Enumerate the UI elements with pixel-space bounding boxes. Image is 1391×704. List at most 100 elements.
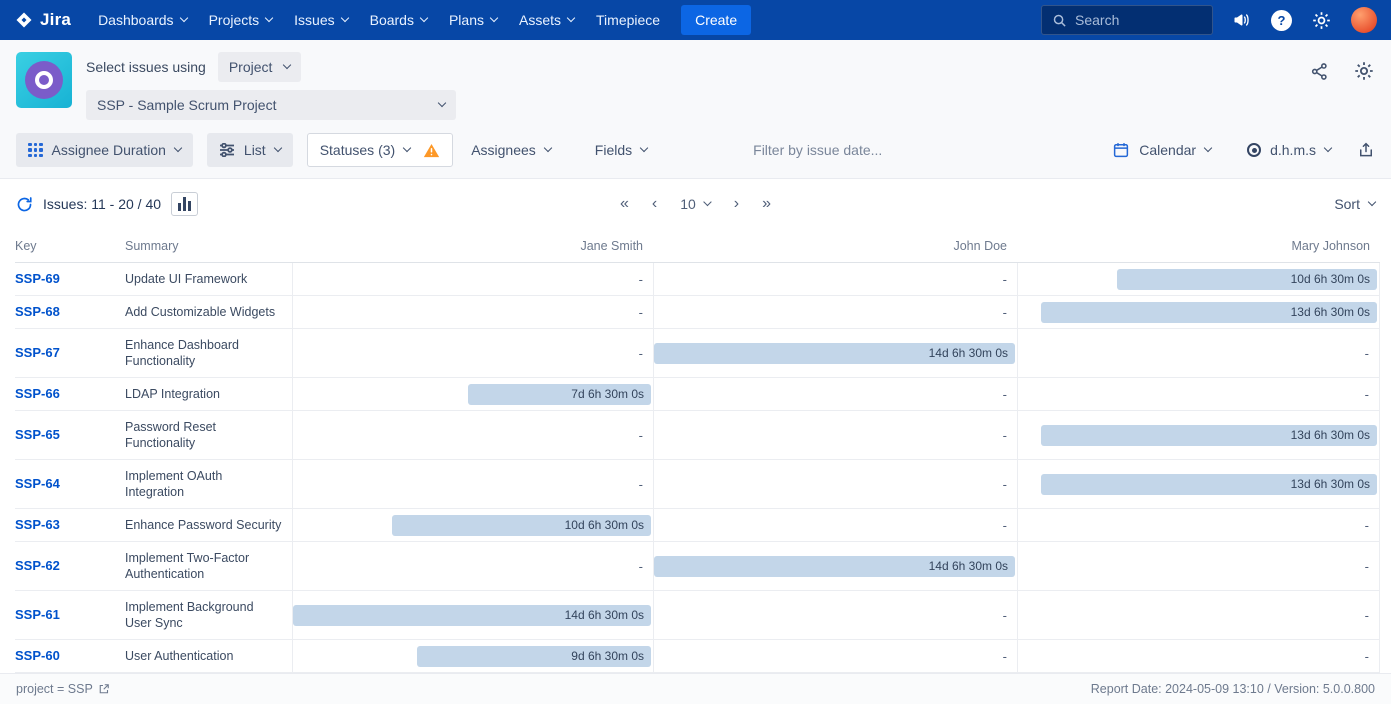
project-value: SSP - Sample Scrum Project — [97, 97, 276, 113]
calendar-icon — [1112, 141, 1130, 159]
issue-key-link[interactable]: SSP-62 — [15, 558, 60, 573]
assignee-duration-cell: 13d 6h 30m 0s — [1017, 460, 1380, 508]
nav-menu-issues[interactable]: Issues — [283, 0, 358, 40]
report-settings-button[interactable] — [1353, 60, 1375, 82]
global-search[interactable] — [1041, 5, 1213, 35]
assignee-duration-cell: 7d 6h 30m 0s — [292, 378, 653, 410]
chevron-down-icon — [1204, 144, 1212, 152]
issue-key-link[interactable]: SSP-69 — [15, 271, 60, 286]
column-header-john-doe: John Doe — [653, 239, 1017, 253]
announcement-button[interactable] — [1232, 10, 1252, 30]
issue-key-link[interactable]: SSP-67 — [15, 345, 60, 360]
user-avatar[interactable] — [1351, 7, 1377, 33]
empty-duration: - — [1365, 559, 1379, 574]
nav-menu-assets[interactable]: Assets — [508, 0, 585, 40]
prev-page-button[interactable]: ‹ — [652, 196, 657, 212]
issue-key-link[interactable]: SSP-63 — [15, 517, 60, 532]
nav-menu-dashboards[interactable]: Dashboards — [87, 0, 198, 40]
refresh-button[interactable] — [16, 196, 33, 213]
duration-bar: 10d 6h 30m 0s — [392, 515, 651, 536]
column-header-jane-smith: Jane Smith — [292, 239, 653, 253]
assignee-duration-cell: - — [292, 263, 653, 295]
assignee-duration-cell: - — [653, 509, 1017, 541]
statuses-dropdown[interactable]: Statuses (3) — [307, 133, 453, 167]
search-input[interactable] — [1075, 12, 1195, 28]
bar-chart-icon — [183, 197, 186, 211]
empty-duration: - — [1365, 649, 1379, 664]
issue-source-value: Project — [229, 59, 273, 75]
jql-query: project = SSP — [16, 682, 110, 696]
issue-key-link[interactable]: SSP-64 — [15, 476, 60, 491]
export-button[interactable] — [1357, 141, 1375, 159]
table-body: SSP-69Update UI Framework--10d 6h 30m 0s… — [15, 263, 1380, 673]
chevron-down-icon — [174, 144, 182, 152]
issue-summary: Implement Background User Sync — [125, 591, 292, 639]
nav-menu-projects[interactable]: Projects — [198, 0, 284, 40]
issue-key-link[interactable]: SSP-66 — [15, 386, 60, 401]
assignee-duration-cell: - — [653, 378, 1017, 410]
assignees-dropdown[interactable]: Assignees — [461, 133, 561, 167]
statuses-label: Statuses (3) — [320, 142, 395, 158]
chevron-down-icon — [403, 144, 411, 152]
assignee-duration-cell: - — [292, 411, 653, 459]
duration-bar: 14d 6h 30m 0s — [654, 556, 1015, 577]
search-icon — [1052, 13, 1067, 28]
first-page-button[interactable]: « — [620, 196, 629, 212]
nav-menu-timepiece[interactable]: Timepiece — [585, 0, 671, 40]
issue-key-link[interactable]: SSP-65 — [15, 427, 60, 442]
external-link-icon[interactable] — [98, 683, 110, 695]
calendar-dropdown[interactable]: Calendar — [1102, 132, 1221, 168]
page-size-dropdown[interactable]: 10 — [680, 196, 711, 212]
issue-date-filter-input[interactable] — [753, 142, 943, 158]
bar-chart-icon — [188, 201, 191, 211]
report-type-dropdown[interactable]: Assignee Duration — [16, 133, 193, 167]
nav-menu-label: Plans — [449, 12, 484, 28]
assignee-duration-cell: 10d 6h 30m 0s — [1017, 263, 1380, 295]
help-icon: ? — [1271, 10, 1292, 31]
view-label: List — [244, 142, 266, 158]
issue-key-link[interactable]: SSP-68 — [15, 304, 60, 319]
issues-count-group: Issues: 11 - 20 / 40 — [16, 192, 198, 216]
issue-summary: Password Reset Functionality — [125, 411, 292, 459]
view-dropdown[interactable]: List — [207, 133, 293, 167]
assignee-duration-cell: 9d 6h 30m 0s — [292, 640, 653, 672]
nav-menu-boards[interactable]: Boards — [359, 0, 438, 40]
sort-dropdown[interactable]: Sort — [1334, 196, 1375, 212]
navbar-icon-group: ? — [1232, 7, 1377, 33]
calendar-label: Calendar — [1139, 142, 1196, 158]
issue-key-link[interactable]: SSP-60 — [15, 648, 60, 663]
last-page-button[interactable]: » — [762, 196, 771, 212]
megaphone-icon — [1232, 10, 1252, 30]
fields-dropdown[interactable]: Fields — [585, 133, 657, 167]
issue-source-dropdown[interactable]: Project — [218, 52, 302, 82]
assignee-duration-cell: - — [653, 263, 1017, 295]
issue-key-link[interactable]: SSP-61 — [15, 607, 60, 622]
share-button[interactable] — [1310, 62, 1329, 81]
nav-menu-label: Assets — [519, 12, 561, 28]
assignee-duration-cell: 14d 6h 30m 0s — [653, 542, 1017, 590]
assignee-duration-table: Key Summary Jane Smith John Doe Mary Joh… — [15, 231, 1380, 673]
next-page-button[interactable]: › — [734, 196, 739, 212]
create-button[interactable]: Create — [681, 5, 751, 35]
assignee-duration-cell: - — [1017, 329, 1380, 377]
chart-view-button[interactable] — [171, 192, 198, 216]
refresh-icon — [16, 196, 33, 213]
settings-button[interactable] — [1311, 10, 1332, 31]
pagination-controls: « ‹ 10 › » — [620, 196, 771, 212]
column-header-summary: Summary — [125, 239, 292, 253]
duration-bar: 13d 6h 30m 0s — [1041, 474, 1377, 495]
duration-bar: 14d 6h 30m 0s — [654, 343, 1015, 364]
project-dropdown[interactable]: SSP - Sample Scrum Project — [86, 90, 456, 120]
column-header-mary-johnson: Mary Johnson — [1017, 239, 1380, 253]
issue-key-cell: SSP-61 — [15, 606, 125, 624]
nav-menu-label: Dashboards — [98, 12, 174, 28]
time-format-dropdown[interactable]: d.h.m.s — [1237, 133, 1341, 167]
nav-menu-plans[interactable]: Plans — [438, 0, 508, 40]
chevron-down-icon — [1368, 198, 1376, 206]
jira-logo[interactable]: Jira — [14, 10, 71, 30]
empty-duration: - — [639, 477, 653, 492]
chevron-down-icon — [438, 99, 446, 107]
table-header: Key Summary Jane Smith John Doe Mary Joh… — [15, 231, 1380, 263]
table-row: SSP-67Enhance Dashboard Functionality-14… — [15, 329, 1380, 378]
help-button[interactable]: ? — [1271, 10, 1292, 31]
